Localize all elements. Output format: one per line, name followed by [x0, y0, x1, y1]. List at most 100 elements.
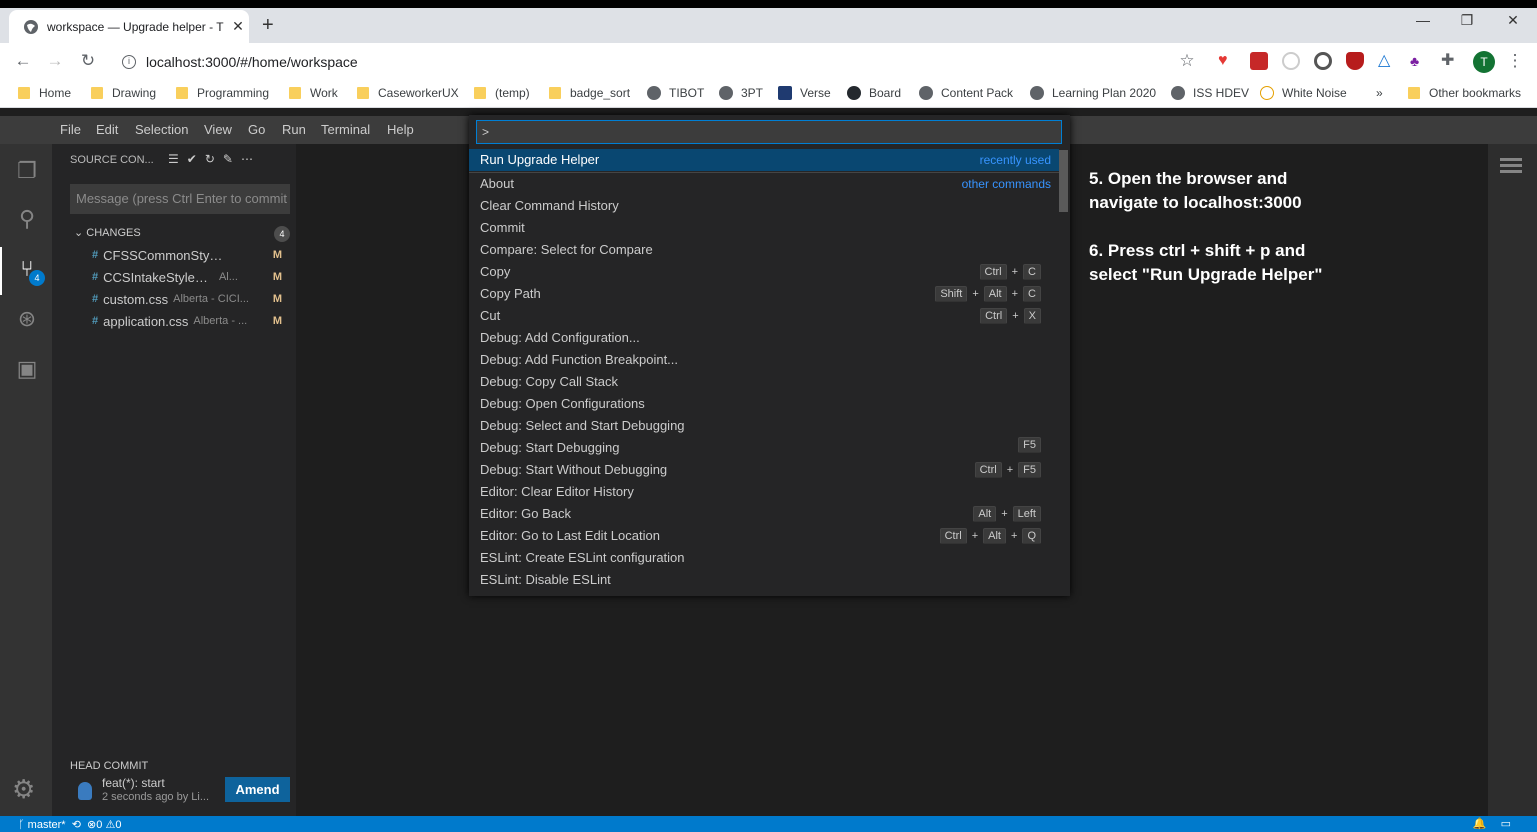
more-icon[interactable]: ⋯ — [241, 152, 261, 166]
sidebar-actions: ☰✔↻✎⋯ — [168, 152, 261, 166]
bookmark-item[interactable]: CaseworkerUX — [357, 86, 459, 100]
bookmark-item[interactable]: Learning Plan 2020 — [1030, 86, 1156, 100]
avatar[interactable]: T — [1473, 51, 1495, 73]
command-item[interactable]: Copy Path Shift + Alt + C — [469, 283, 1059, 305]
extension-icon[interactable] — [1250, 52, 1268, 70]
menu-help[interactable]: Help — [387, 122, 414, 137]
heart-extension-icon[interactable]: ♥ — [1218, 52, 1236, 70]
menu-file[interactable]: File — [60, 122, 81, 137]
forward-button[interactable]: → — [45, 51, 65, 71]
branch-name[interactable]: master* — [28, 819, 66, 831]
warning-count[interactable]: 0 — [115, 819, 121, 831]
command-item[interactable]: ESLint: Disable ESLint — [469, 569, 1059, 591]
menu-go[interactable]: Go — [248, 122, 265, 137]
changed-file[interactable]: #CFSSCommonStyles.cs...M — [92, 245, 292, 265]
extension-icon[interactable] — [1282, 52, 1300, 70]
command-item[interactable]: Debug: Select and Start Debugging — [469, 415, 1059, 437]
command-item[interactable]: ESLint: Create ESLint configuration — [469, 547, 1059, 569]
extension-icon[interactable]: ♣ — [1410, 52, 1428, 70]
command-item[interactable]: Debug: Start Without Debugging Ctrl + F5 — [469, 459, 1059, 481]
bookmark-item[interactable]: Verse — [778, 86, 831, 100]
command-item[interactable]: Compare: Select for Compare — [469, 239, 1059, 261]
command-item[interactable]: Debug: Open Configurations — [469, 393, 1059, 415]
command-label: Commit — [480, 220, 525, 235]
bookmark-item[interactable]: Drawing — [91, 86, 156, 100]
command-item[interactable]: Editor: Go to Last Edit Location Ctrl + Alt… — [469, 525, 1059, 547]
head-commit-label: HEAD COMMIT — [70, 760, 149, 772]
refresh-icon[interactable]: ↻ — [205, 152, 223, 166]
sync-icon[interactable]: ⟲ — [69, 819, 84, 831]
changes-header[interactable]: ⌄ CHANGES — [74, 226, 141, 239]
instruction-step5: 5. Open the browser and navigate to loca… — [1089, 169, 1302, 212]
new-tab-button[interactable]: + — [262, 14, 274, 37]
puzzle-icon[interactable]: ✚ — [1441, 52, 1459, 70]
explorer-icon[interactable]: ❐ — [14, 158, 40, 184]
menu-run[interactable]: Run — [282, 122, 306, 137]
bookmark-item[interactable]: White Noise — [1260, 86, 1347, 100]
command-item[interactable]: Debug: Start Debugging F5 — [469, 437, 1059, 459]
edit-icon[interactable]: ✎ — [223, 152, 241, 166]
command-item[interactable]: Debug: Add Function Breakpoint... — [469, 349, 1059, 371]
close-window-button[interactable]: ✕ — [1503, 12, 1523, 29]
bookmark-item[interactable]: Content Pack — [919, 86, 1013, 100]
error-count[interactable]: 0 — [96, 819, 102, 831]
commit-message-input[interactable]: Message (press Ctrl Enter to commit — [70, 184, 290, 214]
command-item[interactable]: Debug: Add Configuration... — [469, 327, 1059, 349]
check-icon[interactable]: ✔ — [187, 152, 205, 166]
close-tab-icon[interactable]: ✕ — [227, 18, 249, 35]
bookmark-item[interactable]: Work — [289, 86, 338, 100]
bookmark-item[interactable]: Board — [847, 86, 901, 100]
command-item[interactable]: Debug: Copy Call Stack — [469, 371, 1059, 393]
shield-extension-icon[interactable] — [1346, 52, 1364, 70]
sidebar-title: SOURCE CON... — [70, 154, 154, 166]
command-item[interactable]: Commit — [469, 217, 1059, 239]
browser-tab[interactable]: workspace — Upgrade helper - T ✕ — [9, 10, 249, 43]
menu-view[interactable]: View — [204, 122, 232, 137]
list-icon[interactable] — [1500, 158, 1522, 174]
more-bookmarks-button[interactable]: » — [1376, 86, 1383, 100]
tree-icon[interactable]: ☰ — [168, 152, 187, 166]
command-item[interactable]: Editor: Clear Editor History — [469, 481, 1059, 503]
reload-button[interactable]: ↻ — [78, 51, 98, 71]
extension-icon[interactable] — [1314, 52, 1332, 70]
changed-file[interactable]: # custom.css Alberta - CICI... M — [92, 289, 292, 309]
minimize-button[interactable]: — — [1413, 12, 1433, 28]
back-button[interactable]: ← — [13, 51, 33, 71]
extensions-icon[interactable]: ▣ — [14, 356, 40, 382]
bookmark-item[interactable]: badge_sort — [549, 86, 630, 100]
command-item[interactable]: Copy Ctrl + C — [469, 261, 1059, 283]
menu-selection[interactable]: Selection — [135, 122, 188, 137]
command-item[interactable]: Cut Ctrl + X — [469, 305, 1059, 327]
command-item[interactable]: Clear Command History — [469, 195, 1059, 217]
changed-file[interactable]: # application.css Alberta - ... M — [92, 311, 292, 331]
command-item[interactable]: About other commands — [469, 173, 1059, 195]
menu-edit[interactable]: Edit — [96, 122, 118, 137]
bookmark-item[interactable]: Home — [18, 86, 71, 100]
panel-icon[interactable]: ▭ — [1501, 818, 1525, 830]
bookmark-item[interactable]: Programming — [176, 86, 269, 100]
command-item[interactable]: Editor: Go Back Alt + Left — [469, 503, 1059, 525]
bell-icon[interactable]: 🔔 — [1473, 818, 1501, 830]
bookmark-item[interactable]: ISS HDEV — [1171, 86, 1249, 100]
status-left: ᚴ master* ⟲ ⊗0 ⚠0 — [18, 818, 121, 831]
address-bar[interactable]: i localhost:3000/#/home/workspace — [108, 47, 1208, 76]
other-bookmarks[interactable]: Other bookmarks — [1408, 86, 1521, 100]
bookmark-item[interactable]: TIBOT — [647, 86, 704, 100]
scrollbar[interactable] — [1059, 150, 1068, 212]
gear-icon[interactable]: ⚙ — [12, 774, 35, 805]
amend-button[interactable]: Amend — [225, 777, 290, 802]
info-icon[interactable]: i — [122, 54, 136, 69]
search-icon[interactable]: ⚲ — [14, 206, 40, 232]
bookmark-item[interactable]: (temp) — [474, 86, 530, 100]
right-panel — [1488, 144, 1537, 816]
changed-file[interactable]: # CCSIntakeStyles.css Al... M — [92, 267, 292, 287]
triangle-extension-icon[interactable]: △ — [1378, 52, 1396, 70]
star-icon[interactable]: ☆ — [1177, 51, 1197, 71]
bookmark-item[interactable]: 3PT — [719, 86, 763, 100]
restore-button[interactable]: ❐ — [1457, 12, 1477, 29]
command-input[interactable]: > — [476, 120, 1062, 144]
command-item[interactable]: Run Upgrade Helper recently used — [469, 149, 1059, 171]
debug-icon[interactable]: ⊛ — [14, 306, 40, 332]
menu-terminal[interactable]: Terminal — [321, 122, 370, 137]
kebab-menu-icon[interactable]: ⋮ — [1505, 51, 1525, 71]
